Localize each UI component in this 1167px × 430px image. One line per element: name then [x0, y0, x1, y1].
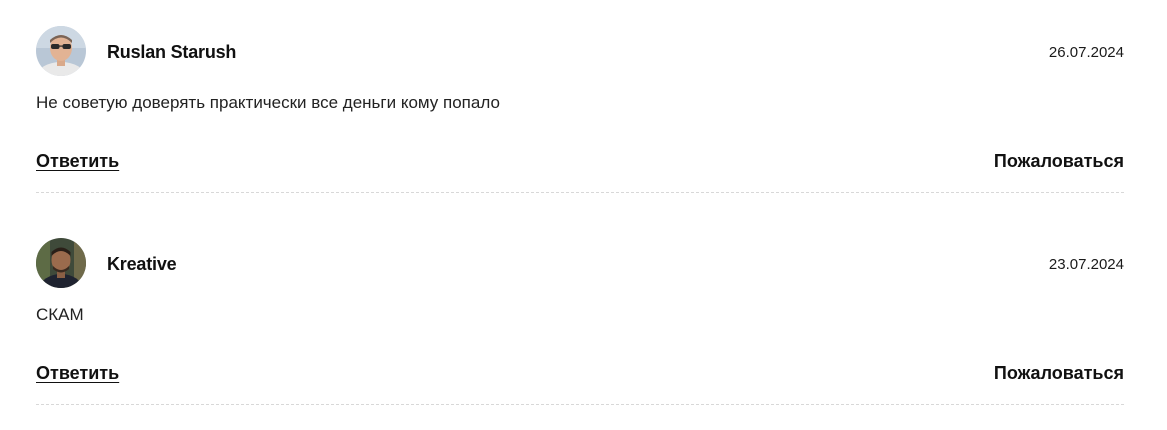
avatar[interactable] — [36, 26, 86, 76]
avatar[interactable] — [36, 238, 86, 288]
comment-date: 23.07.2024 — [1048, 256, 1124, 273]
comment-date: 26.07.2024 — [1048, 44, 1124, 61]
reply-link[interactable]: Ответить — [36, 150, 119, 172]
comment-divider — [36, 192, 1124, 193]
reply-link[interactable]: Ответить — [36, 362, 119, 384]
comment-divider — [36, 404, 1124, 405]
comment-author[interactable]: Ruslan Starush — [107, 41, 236, 63]
comment-author[interactable]: Kreative — [107, 253, 177, 275]
report-link[interactable]: Пожаловаться — [994, 362, 1124, 384]
comment-item: Kreative 23.07.2024 СКАМ Ответить Пожало… — [36, 238, 1124, 430]
comment-text: Не советую доверять практически все день… — [36, 93, 500, 112]
comments-list: Ruslan Starush 26.07.2024 Не советую дов… — [0, 0, 1167, 413]
report-link[interactable]: Пожаловаться — [994, 150, 1124, 172]
comment-item: Ruslan Starush 26.07.2024 Не советую дов… — [36, 26, 1124, 218]
comment-text: СКАМ — [36, 305, 84, 324]
